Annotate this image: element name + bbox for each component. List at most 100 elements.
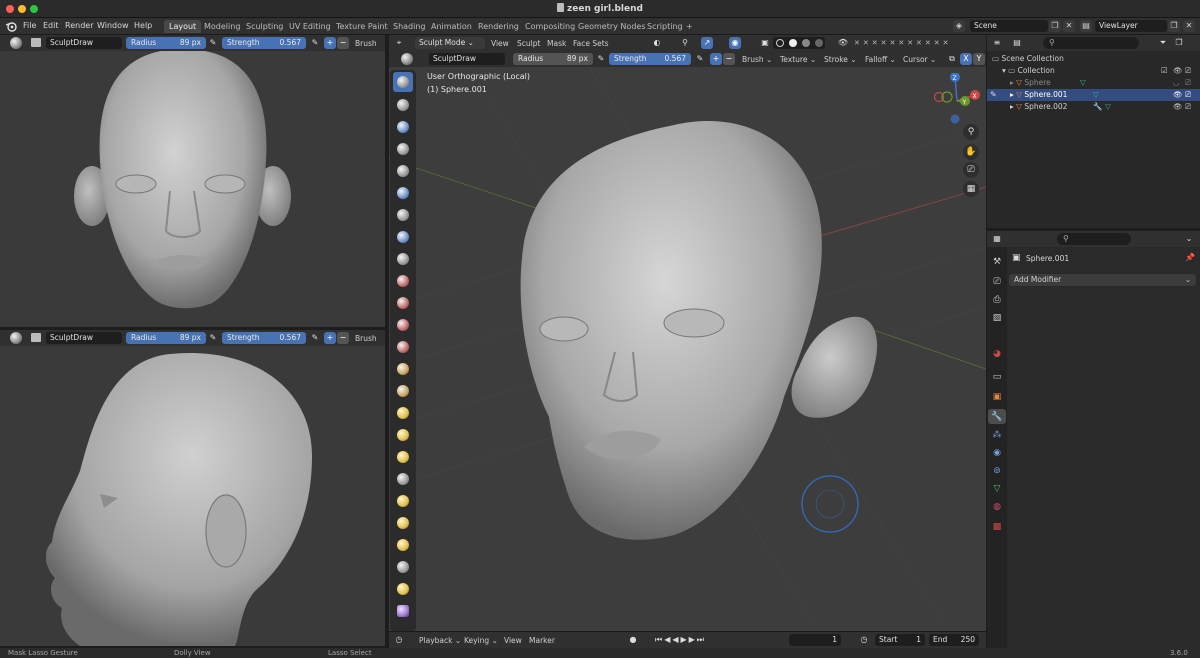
constraints-tab-icon[interactable]: ⊚ <box>990 464 1004 478</box>
timeline-view-menu[interactable]: View <box>504 636 522 645</box>
tool-elastic-deform[interactable] <box>393 425 413 445</box>
texture-dropdown[interactable]: Texture ⌄ <box>780 55 816 64</box>
display-mode-icon[interactable]: ▤ <box>1011 37 1023 49</box>
tab-shading[interactable]: Shading <box>388 20 431 33</box>
main-viewport[interactable]: User Orthographic (Local) (1) Sphere.001… <box>389 67 986 631</box>
add-modifier-dropdown[interactable]: Add Modifier ⌄ <box>1009 274 1196 286</box>
tool-inflate[interactable] <box>393 205 413 225</box>
sculpt-mode-icon[interactable]: ✎ <box>990 90 1000 100</box>
tool-clay-strips[interactable] <box>393 139 413 159</box>
eye-hidden-icon[interactable]: ◡ <box>1173 77 1180 89</box>
strength-slider[interactable]: Strength 0.567 <box>222 37 306 49</box>
menu-mask[interactable]: Mask <box>547 39 566 48</box>
brush-datablock-icon[interactable] <box>31 38 41 47</box>
brush-name-field[interactable]: SculptDraw <box>429 53 505 65</box>
brush-menu[interactable]: Brush <box>355 334 377 343</box>
tool-fill[interactable] <box>393 315 413 335</box>
tab-compositing[interactable]: Compositing <box>520 20 580 33</box>
symmetry-x-toggle[interactable]: X <box>960 53 972 65</box>
strength-pressure-icon[interactable]: ✎ <box>309 332 321 344</box>
start-frame-field[interactable]: Start 1 <box>875 634 925 646</box>
tool-boundary[interactable] <box>393 579 413 599</box>
outliner-item-sphere-001[interactable]: ▸ ▽ Sphere.001 ▽ 👁 ⎚ <box>1010 89 1200 101</box>
brush-menu[interactable]: Brush <box>355 39 377 48</box>
sculpt-brush-icon[interactable] <box>10 37 22 49</box>
radius-slider[interactable]: Radius 89 px <box>126 37 206 49</box>
menu-render[interactable]: Render <box>65 21 93 30</box>
strength-slider[interactable]: Strength 0.567 <box>609 53 691 65</box>
eye-icon[interactable]: 👁 <box>1173 65 1183 77</box>
radius-slider[interactable]: Radius 89 px <box>126 332 206 344</box>
end-frame-field[interactable]: End 250 <box>929 634 979 646</box>
delete-scene-icon[interactable]: ✕ <box>1063 20 1075 32</box>
tab-animation[interactable]: Animation <box>426 20 477 33</box>
blender-logo-icon[interactable] <box>5 21 17 32</box>
scene-name-field[interactable]: Scene <box>970 20 1048 32</box>
left-top-viewport[interactable] <box>0 51 385 327</box>
timeline-editor-icon[interactable]: ◷ <box>393 634 405 646</box>
tool-cloth[interactable] <box>393 601 413 621</box>
tool-snake-hook[interactable] <box>393 447 413 467</box>
radius-pressure-icon[interactable]: ✎ <box>207 37 219 49</box>
menu-view[interactable]: View <box>491 39 509 48</box>
falloff-dropdown[interactable]: Falloff ⌄ <box>865 55 896 64</box>
properties-editor-icon[interactable]: ▦ <box>991 233 1003 245</box>
tool-blob[interactable] <box>393 227 413 247</box>
new-view-layer-icon[interactable]: ❐ <box>1168 20 1180 32</box>
tab-rendering[interactable]: Rendering <box>473 20 524 33</box>
menu-sculpt[interactable]: Sculpt <box>517 39 540 48</box>
checkbox-icon[interactable]: ☑ <box>1161 65 1168 77</box>
scene-browse-icon[interactable]: ◈ <box>953 20 965 32</box>
tool-flatten[interactable] <box>393 293 413 313</box>
material-shading-icon[interactable] <box>802 39 810 47</box>
render-tab-icon[interactable]: ⎚ <box>990 275 1004 289</box>
tab-modeling[interactable]: Modeling <box>199 20 245 33</box>
wireframe-shading-icon[interactable] <box>776 39 784 47</box>
collection-tab-icon[interactable]: ▭ <box>990 370 1004 384</box>
material-tab-icon[interactable]: ◍ <box>990 500 1004 514</box>
tool-draw-sharp[interactable] <box>393 95 413 115</box>
marker-menu[interactable]: Marker <box>529 636 555 645</box>
tab-texture-paint[interactable]: Texture Paint <box>331 20 393 33</box>
tool-crease[interactable] <box>393 249 413 269</box>
left-bottom-viewport[interactable] <box>0 346 385 646</box>
editor-type-icon[interactable]: ⌖ <box>393 37 405 49</box>
radius-pressure-icon[interactable]: ✎ <box>595 53 607 65</box>
brush-name-field[interactable]: SculptDraw <box>46 332 122 344</box>
view-layer-tab-icon[interactable]: ▨ <box>990 311 1004 325</box>
tool-pinch[interactable] <box>393 381 413 401</box>
outliner-scene-collection[interactable]: ▭ Scene Collection <box>992 53 1200 65</box>
gizmo-toggle-icon[interactable]: ↗ <box>701 37 713 49</box>
transform-orientation-icon[interactable]: ◐ <box>651 37 663 49</box>
cursor-dropdown[interactable]: Cursor ⌄ <box>903 55 936 64</box>
rendered-shading-icon[interactable] <box>815 39 823 47</box>
menu-file[interactable]: File <box>23 21 36 30</box>
tab-sculpting[interactable]: Sculpting <box>241 20 288 33</box>
tab-layout[interactable]: Layout <box>164 20 202 33</box>
zoom-icon[interactable]: ⚲ <box>963 124 979 140</box>
tool-grab[interactable] <box>393 403 413 423</box>
outliner-collection[interactable]: ▾ ▭ Collection ☑ 👁 ⎚ <box>1002 65 1200 77</box>
output-tab-icon[interactable]: ⎙ <box>990 293 1004 307</box>
new-scene-icon[interactable]: ❐ <box>1049 20 1061 32</box>
tool-scrape[interactable] <box>393 337 413 357</box>
radius-pressure-icon[interactable]: ✎ <box>207 332 219 344</box>
new-collection-icon[interactable]: ❐ <box>1173 37 1185 49</box>
subtract-direction-button[interactable]: − <box>337 332 349 344</box>
properties-search-input[interactable]: ⚲ <box>1057 233 1131 245</box>
tab-uv-editing[interactable]: UV Editing <box>284 20 336 33</box>
physics-tab-icon[interactable]: ◉ <box>990 446 1004 460</box>
tool-draw[interactable] <box>393 72 413 92</box>
eye-icon[interactable]: 👁 <box>1173 89 1183 101</box>
overlay-toggle-icon[interactable]: ◉ <box>729 37 741 49</box>
tool-thumb[interactable] <box>393 469 413 489</box>
mode-dropdown[interactable]: Sculpt Mode ⌄ <box>415 37 485 49</box>
tool-pose[interactable] <box>393 491 413 511</box>
tool-tab-icon[interactable]: ⚒ <box>990 255 1004 269</box>
eye-icon[interactable]: 👁 <box>1173 101 1183 113</box>
add-direction-button[interactable]: + <box>324 332 336 344</box>
tool-multiplane-scrape[interactable] <box>393 359 413 379</box>
camera-render-icon[interactable]: ⎚ <box>1185 89 1191 101</box>
data-tab-icon[interactable]: ▽ <box>990 482 1004 496</box>
camera-render-icon[interactable]: ⎚ <box>1185 101 1191 113</box>
